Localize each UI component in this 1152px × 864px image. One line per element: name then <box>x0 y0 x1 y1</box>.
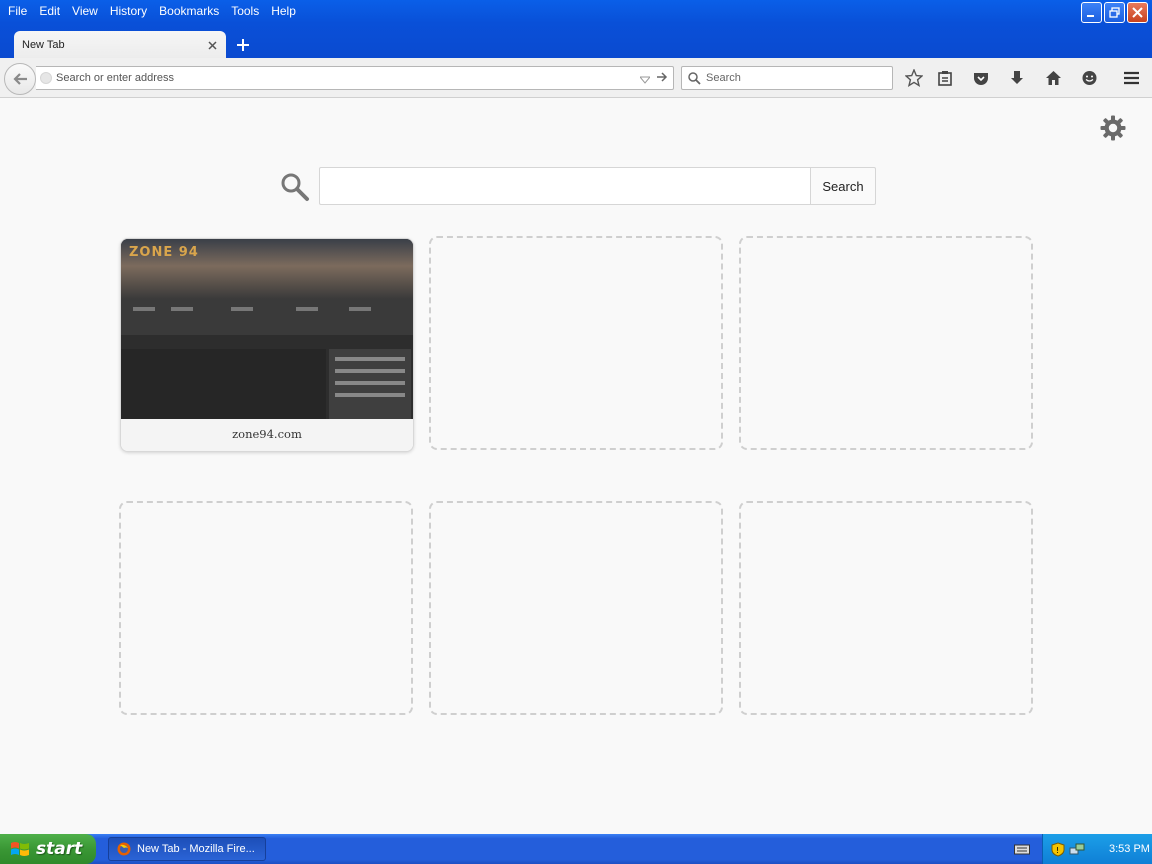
bookmark-star-button[interactable] <box>904 68 924 88</box>
arrow-right-icon <box>657 72 668 82</box>
firefox-icon <box>117 842 131 856</box>
site-identity-icon[interactable] <box>40 72 52 84</box>
dropdown-arrow-icon <box>638 76 652 84</box>
svg-text:!: ! <box>1056 846 1059 855</box>
empty-tile <box>429 236 723 450</box>
chat-bubble-icon <box>1082 70 1096 85</box>
site-tile-label: zone94.com <box>121 419 413 451</box>
home-icon <box>1045 71 1061 85</box>
star-icon <box>905 69 923 87</box>
clipboard-icon <box>938 71 952 86</box>
site-tile-zone94[interactable]: ZONE 94 zone94.com <box>120 238 414 452</box>
search-icon <box>281 173 309 201</box>
hello-button[interactable] <box>1079 68 1099 88</box>
toolbar-search-input[interactable] <box>706 70 886 86</box>
menu-help[interactable]: Help <box>265 1 302 21</box>
tab-new-tab[interactable]: New Tab <box>14 31 226 59</box>
menu-tools[interactable]: Tools <box>225 1 265 21</box>
settings-gear-icon[interactable] <box>1100 115 1126 141</box>
thumbnail-logo: ZONE 94 <box>129 245 199 260</box>
window-controls <box>1081 2 1148 23</box>
url-history-dropdown[interactable] <box>638 73 652 87</box>
search-icon <box>688 72 701 85</box>
system-clock: 3:53 PM <box>1109 843 1150 855</box>
system-tray: ! 3:53 PM <box>1042 834 1152 864</box>
home-button[interactable] <box>1043 68 1063 88</box>
menu-bar: File Edit View History Bookmarks Tools H… <box>0 0 302 22</box>
site-thumbnail: ZONE 94 <box>121 239 413 419</box>
new-tab-button[interactable] <box>234 36 252 54</box>
taskbar-item-firefox[interactable]: New Tab - Mozilla Fire... <box>108 837 266 861</box>
go-button[interactable] <box>656 71 668 86</box>
window-titlebar: File Edit View History Bookmarks Tools H… <box>0 0 1152 59</box>
downloads-button[interactable] <box>1007 68 1027 88</box>
hamburger-menu-icon <box>1123 71 1139 85</box>
restore-button[interactable] <box>1104 2 1125 23</box>
minimize-button[interactable] <box>1081 2 1102 23</box>
url-bar <box>36 66 674 90</box>
windows-logo-icon <box>11 842 29 856</box>
thumbnail-nav <box>121 299 413 335</box>
thumbnail-sidebar <box>329 349 411 419</box>
empty-tile <box>739 236 1033 450</box>
close-icon <box>1132 7 1143 18</box>
open-menu-button[interactable] <box>1121 68 1141 88</box>
security-shield-icon[interactable]: ! <box>1051 841 1065 857</box>
network-icon[interactable] <box>1069 842 1085 857</box>
pocket-icon <box>974 73 988 85</box>
keyboard-icon[interactable] <box>1014 843 1030 855</box>
bookmarks-menu-button[interactable] <box>935 68 955 88</box>
minimize-icon <box>1087 15 1094 17</box>
empty-tile <box>119 501 413 715</box>
thumbnail-main <box>121 349 326 419</box>
empty-tile <box>429 501 723 715</box>
menu-file[interactable]: File <box>2 1 33 21</box>
pocket-button[interactable] <box>971 68 991 88</box>
menu-edit[interactable]: Edit <box>33 1 66 21</box>
close-window-button[interactable] <box>1127 2 1148 23</box>
menu-bookmarks[interactable]: Bookmarks <box>153 1 225 21</box>
menu-view[interactable]: View <box>66 1 104 21</box>
start-button[interactable]: start <box>0 834 96 864</box>
url-input[interactable] <box>56 69 636 87</box>
download-arrow-icon <box>1011 71 1023 84</box>
menu-history[interactable]: History <box>104 1 153 21</box>
back-button[interactable] <box>4 63 36 95</box>
restore-icon <box>1109 7 1120 18</box>
empty-tile <box>739 501 1033 715</box>
back-arrow-icon <box>13 73 27 85</box>
toolbar-search-bar <box>681 66 893 90</box>
newtab-search-input[interactable] <box>319 167 811 205</box>
newtab-search-button[interactable]: Search <box>810 167 876 205</box>
tab-title: New Tab <box>22 39 65 51</box>
start-label: start <box>36 839 83 859</box>
taskbar: start New Tab - Mozilla Fire... ! 3:53 P… <box>0 834 1152 864</box>
plus-icon <box>237 39 249 51</box>
tab-close-button[interactable] <box>206 39 218 51</box>
navigation-toolbar <box>0 58 1152 98</box>
close-tab-icon <box>207 40 217 50</box>
taskbar-item-label: New Tab - Mozilla Fire... <box>137 843 255 855</box>
